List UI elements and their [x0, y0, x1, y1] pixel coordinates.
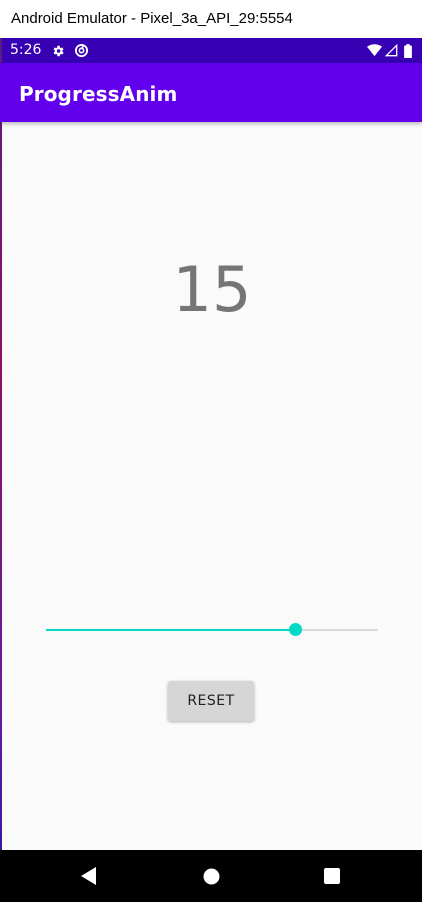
back-icon[interactable]: [77, 864, 101, 888]
signal-icon: [384, 43, 399, 58]
wifi-icon: [367, 43, 382, 58]
home-icon[interactable]: [199, 864, 223, 888]
seekbar-progress: [46, 629, 295, 631]
battery-icon: [400, 43, 415, 58]
navigation-bar: [0, 850, 422, 902]
settings-icon: [50, 43, 65, 58]
seekbar-thumb[interactable]: [289, 623, 302, 636]
emulator-title-bar[interactable]: Android Emulator - Pixel_3a_API_29:5554: [0, 0, 422, 38]
app-bar: ProgressAnim: [0, 63, 422, 122]
main-content: 15 RESET: [2, 122, 422, 850]
app-title: ProgressAnim: [19, 82, 178, 106]
reset-button[interactable]: RESET: [168, 681, 254, 721]
progress-seekbar[interactable]: [46, 618, 378, 642]
recents-icon[interactable]: [320, 864, 344, 888]
progress-count-text: 15: [172, 253, 252, 326]
status-bar: 5:26: [0, 38, 422, 63]
sync-icon: [74, 43, 89, 58]
status-time: 5:26: [10, 42, 42, 58]
window-title: Android Emulator - Pixel_3a_API_29:5554: [11, 10, 293, 27]
